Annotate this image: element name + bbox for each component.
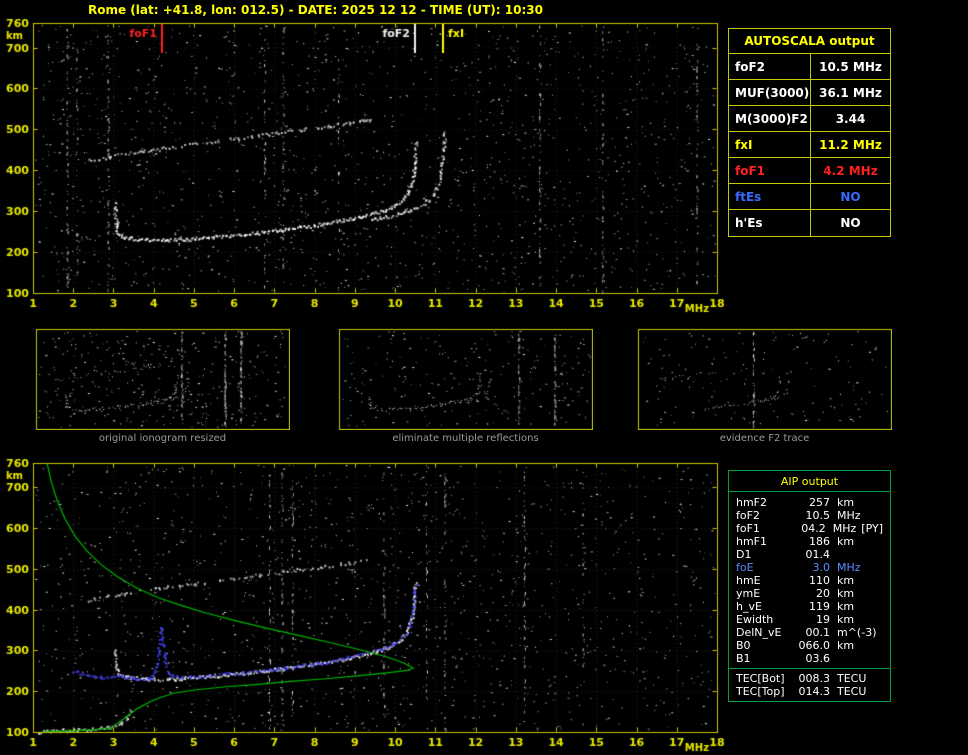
aip-row-unit: MHz <box>837 509 861 522</box>
aip-row-b1: B1 03.6 <box>729 652 890 665</box>
row-value: 3.44 <box>811 106 890 131</box>
aip-row-note: [PY] <box>861 522 883 535</box>
aip-row-fof2: foF2 10.5 MHz <box>729 509 890 522</box>
restored-ionogram-profile-canvas <box>0 458 726 755</box>
aip-row-unit: TECU <box>837 685 866 698</box>
aip-row-value: 20 <box>794 587 830 600</box>
aip-output-table: AIP output hmF2 257 km foF2 10.5 MHz foF… <box>728 470 891 702</box>
aip-row-unit: km <box>837 600 854 613</box>
thumbnail-caption-3: evidence F2 trace <box>637 433 892 444</box>
table-row-m3000f2: M(3000)F2 3.44 <box>729 106 890 132</box>
aip-row-unit: km <box>837 587 854 600</box>
aip-row-value: 10.5 <box>794 509 830 522</box>
aip-row-unit: MHz <box>833 522 857 535</box>
thumbnail-multiples-removed <box>338 328 593 430</box>
aip-row-value: 04.2 <box>791 522 825 535</box>
aip-row-label: hmF2 <box>736 496 794 509</box>
aip-row-value: 00.1 <box>794 626 830 639</box>
row-value: 4.2 MHz <box>811 158 890 183</box>
aip-row-label: D1 <box>736 548 794 561</box>
aip-row-b0: B0 066.0 km <box>729 639 890 652</box>
aip-row-label: Ewidth <box>736 613 794 626</box>
thumbnail-caption-1: original ionogram resized <box>35 433 290 444</box>
aip-row-tecbot: TEC[Bot] 008.3 TECU <box>729 672 890 685</box>
aip-row-unit: km <box>837 639 854 652</box>
thumbnail-original-ionogram <box>35 328 290 430</box>
aip-row-unit: km <box>837 574 854 587</box>
thumbnail-caption-2: eliminate multiple reflections <box>338 433 593 444</box>
aip-row-tectop: TEC[Top] 014.3 TECU <box>729 685 890 698</box>
row-value: NO <box>811 210 890 236</box>
aip-row-value: 19 <box>794 613 830 626</box>
aip-row-label: B1 <box>736 652 794 665</box>
aip-row-value: 01.4 <box>794 548 830 561</box>
aip-row-hme: hmE 110 km <box>729 574 890 587</box>
table-row-fof1: foF1 4.2 MHz <box>729 158 890 184</box>
row-label: foF1 <box>729 158 811 183</box>
aip-row-hmf1: hmF1 186 km <box>729 535 890 548</box>
aip-row-label: B0 <box>736 639 794 652</box>
aip-table-title: AIP output <box>729 471 890 492</box>
page-title: Rome (lat: +41.8, lon: 012.5) - DATE: 20… <box>88 3 543 17</box>
aip-row-ewidth: Ewidth 19 km <box>729 613 890 626</box>
aip-row-value: 119 <box>794 600 830 613</box>
aip-row-unit: km <box>837 613 854 626</box>
aip-row-yme: ymE 20 km <box>729 587 890 600</box>
row-value: 36.1 MHz <box>811 80 890 105</box>
aip-tec-section: TEC[Bot] 008.3 TECU TEC[Top] 014.3 TECU <box>729 668 890 698</box>
aip-row-label: foE <box>736 561 794 574</box>
row-label: fxI <box>729 132 811 157</box>
row-label: foF2 <box>729 54 811 79</box>
aip-row-delnve: DelN_vE 00.1 m^(-3) <box>729 626 890 639</box>
scaled-ionogram-canvas <box>0 18 726 318</box>
aip-row-value: 066.0 <box>794 639 830 652</box>
row-label: ftEs <box>729 184 811 209</box>
table-row-ftes: ftEs NO <box>729 184 890 210</box>
row-label: MUF(3000)F2 <box>729 80 811 105</box>
row-value: 10.5 MHz <box>811 54 890 79</box>
row-label: h'Es <box>729 210 811 236</box>
aip-row-fof1: foF1 04.2 MHz [PY] <box>729 522 890 535</box>
aip-row-label: DelN_vE <box>736 626 794 639</box>
aip-row-label: hmF1 <box>736 535 794 548</box>
aip-row-label: TEC[Top] <box>736 685 794 698</box>
aip-row-value: 110 <box>794 574 830 587</box>
aip-row-label: foF2 <box>736 509 794 522</box>
aip-row-foe: foE 3.0 MHz <box>729 561 890 574</box>
aip-row-hve: h_vE 119 km <box>729 600 890 613</box>
aip-row-value: 014.3 <box>794 685 830 698</box>
aip-row-unit: km <box>837 496 854 509</box>
table-row-hes: h'Es NO <box>729 210 890 236</box>
table-row-fof2: foF2 10.5 MHz <box>729 54 890 80</box>
aip-row-unit: m^(-3) <box>837 626 876 639</box>
aip-row-label: hmE <box>736 574 794 587</box>
autoscala-app-screen: { "window_title": "Rome (lat: +41.8, lon… <box>0 0 968 755</box>
row-label: M(3000)F2 <box>729 106 811 131</box>
autoscala-output-table: AUTOSCALA output foF2 10.5 MHz MUF(3000)… <box>728 28 891 237</box>
aip-row-label: h_vE <box>736 600 794 613</box>
table-row-fxi: fxI 11.2 MHz <box>729 132 890 158</box>
aip-row-value: 3.0 <box>794 561 830 574</box>
thumbnail-f2-trace-evidence <box>637 328 892 430</box>
aip-row-unit: km <box>837 535 854 548</box>
aip-row-unit: MHz <box>837 561 861 574</box>
row-value: 11.2 MHz <box>811 132 890 157</box>
aip-row-d1: D1 01.4 <box>729 548 890 561</box>
aip-row-label: ymE <box>736 587 794 600</box>
aip-row-value: 257 <box>794 496 830 509</box>
aip-row-hmf2: hmF2 257 km <box>729 496 890 509</box>
autoscala-table-title: AUTOSCALA output <box>729 29 890 54</box>
aip-row-value: 008.3 <box>794 672 830 685</box>
aip-row-value: 03.6 <box>794 652 830 665</box>
aip-row-label: TEC[Bot] <box>736 672 794 685</box>
aip-row-label: foF1 <box>736 522 791 535</box>
aip-row-unit: TECU <box>837 672 866 685</box>
row-value: NO <box>811 184 890 209</box>
table-row-muf3000f2: MUF(3000)F2 36.1 MHz <box>729 80 890 106</box>
aip-row-value: 186 <box>794 535 830 548</box>
